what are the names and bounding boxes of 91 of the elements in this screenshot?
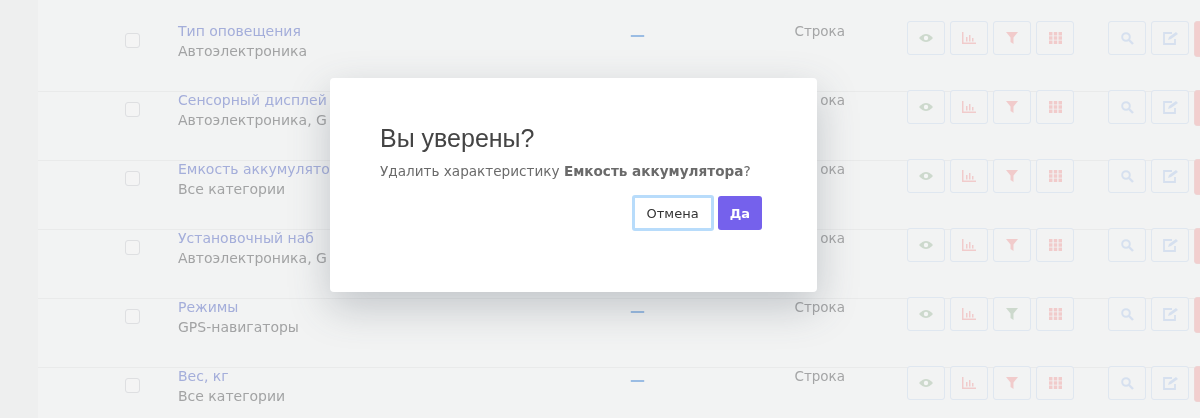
dialog-title: Вы уверены? — [380, 124, 536, 153]
grid-button[interactable] — [1036, 90, 1074, 124]
dialog-message: Удалить характеристику Емкость аккумулятора? — [380, 163, 752, 179]
edit-icon — [1162, 169, 1178, 183]
grid-icon — [1048, 101, 1062, 113]
value-text: — — [630, 26, 645, 44]
type-text: ока — [820, 92, 845, 108]
view-button[interactable] — [907, 159, 945, 193]
bar-chart-icon — [962, 377, 976, 389]
edit-icon — [1162, 307, 1178, 321]
bar-chart-icon — [962, 32, 976, 44]
bar-chart-icon — [962, 101, 976, 113]
grid-button[interactable] — [1036, 159, 1074, 193]
category-text: Все категории — [178, 388, 286, 404]
grid-button[interactable] — [1036, 366, 1074, 400]
grid-button[interactable] — [1036, 297, 1074, 331]
value-text: — — [630, 371, 645, 389]
chart-button[interactable] — [950, 228, 988, 262]
category-text: Все категории — [178, 181, 286, 197]
edit-icon — [1162, 238, 1178, 252]
view-button[interactable] — [907, 21, 945, 55]
filter-button[interactable] — [993, 21, 1031, 55]
view-button[interactable] — [907, 366, 945, 400]
type-text: ока — [820, 161, 845, 177]
attribute-name-link[interactable]: Установочный наб — [178, 230, 314, 246]
edit-button[interactable] — [1151, 21, 1189, 55]
cancel-button[interactable]: Отмена — [631, 195, 714, 231]
value-text: — — [630, 302, 645, 320]
type-text: ока — [820, 230, 845, 246]
category-text: Автоэлектроника, G — [178, 112, 327, 128]
edit-button[interactable] — [1151, 90, 1189, 124]
eye-icon — [919, 378, 933, 388]
eye-icon — [919, 102, 933, 112]
search-icon — [1120, 238, 1134, 252]
grid-icon — [1048, 32, 1062, 44]
grid-icon — [1048, 239, 1062, 251]
search-icon — [1120, 376, 1134, 390]
search-icon — [1120, 31, 1134, 45]
grid-icon — [1048, 377, 1062, 389]
chart-button[interactable] — [950, 366, 988, 400]
category-text: Автоэлектроника, G — [178, 250, 327, 266]
attribute-name-link[interactable]: Сенсорный дисплей — [178, 92, 327, 108]
search-button[interactable] — [1108, 159, 1146, 193]
attribute-name-link[interactable]: Емкость аккумулято — [178, 161, 330, 177]
search-button[interactable] — [1108, 90, 1146, 124]
search-button[interactable] — [1108, 21, 1146, 55]
edit-button[interactable] — [1151, 366, 1189, 400]
search-icon — [1120, 169, 1134, 183]
chart-button[interactable] — [950, 159, 988, 193]
edit-button[interactable] — [1151, 297, 1189, 331]
grid-button[interactable] — [1036, 21, 1074, 55]
eye-icon — [919, 309, 933, 319]
attribute-name-link[interactable]: Режимы — [178, 299, 239, 315]
filter-button[interactable] — [993, 228, 1031, 262]
eye-icon — [919, 33, 933, 43]
search-icon — [1120, 307, 1134, 321]
category-text: Автоэлектроника — [178, 43, 308, 59]
filter-button[interactable] — [993, 90, 1031, 124]
confirm-button[interactable]: Да — [717, 196, 762, 230]
type-text: Строка — [794, 299, 845, 315]
chart-button[interactable] — [950, 90, 988, 124]
search-icon — [1120, 100, 1134, 114]
edit-icon — [1162, 100, 1178, 114]
view-button[interactable] — [907, 90, 945, 124]
view-button[interactable] — [907, 228, 945, 262]
attribute-name-link[interactable]: Вес, кг — [178, 368, 229, 384]
bar-chart-icon — [962, 170, 976, 182]
filter-button[interactable] — [993, 297, 1031, 331]
grid-icon — [1048, 308, 1062, 320]
edit-button[interactable] — [1151, 159, 1189, 193]
edit-button[interactable] — [1151, 228, 1189, 262]
type-text: Строка — [794, 368, 845, 384]
chart-button[interactable] — [950, 21, 988, 55]
edit-icon — [1162, 31, 1178, 45]
grid-icon — [1048, 170, 1062, 182]
search-button[interactable] — [1108, 366, 1146, 400]
grid-button[interactable] — [1036, 228, 1074, 262]
view-button[interactable] — [907, 297, 945, 331]
search-button[interactable] — [1108, 297, 1146, 331]
eye-icon — [919, 240, 933, 250]
chart-button[interactable] — [950, 297, 988, 331]
edit-icon — [1162, 376, 1178, 390]
search-button[interactable] — [1108, 228, 1146, 262]
filter-button[interactable] — [993, 366, 1031, 400]
category-text: GPS-навигаторы — [178, 319, 299, 335]
filter-button[interactable] — [993, 159, 1031, 193]
eye-icon — [919, 171, 933, 181]
bar-chart-icon — [962, 239, 976, 251]
attribute-name-link[interactable]: Тип оповещения — [178, 23, 301, 39]
bar-chart-icon — [962, 308, 976, 320]
type-text: Строка — [794, 23, 845, 39]
